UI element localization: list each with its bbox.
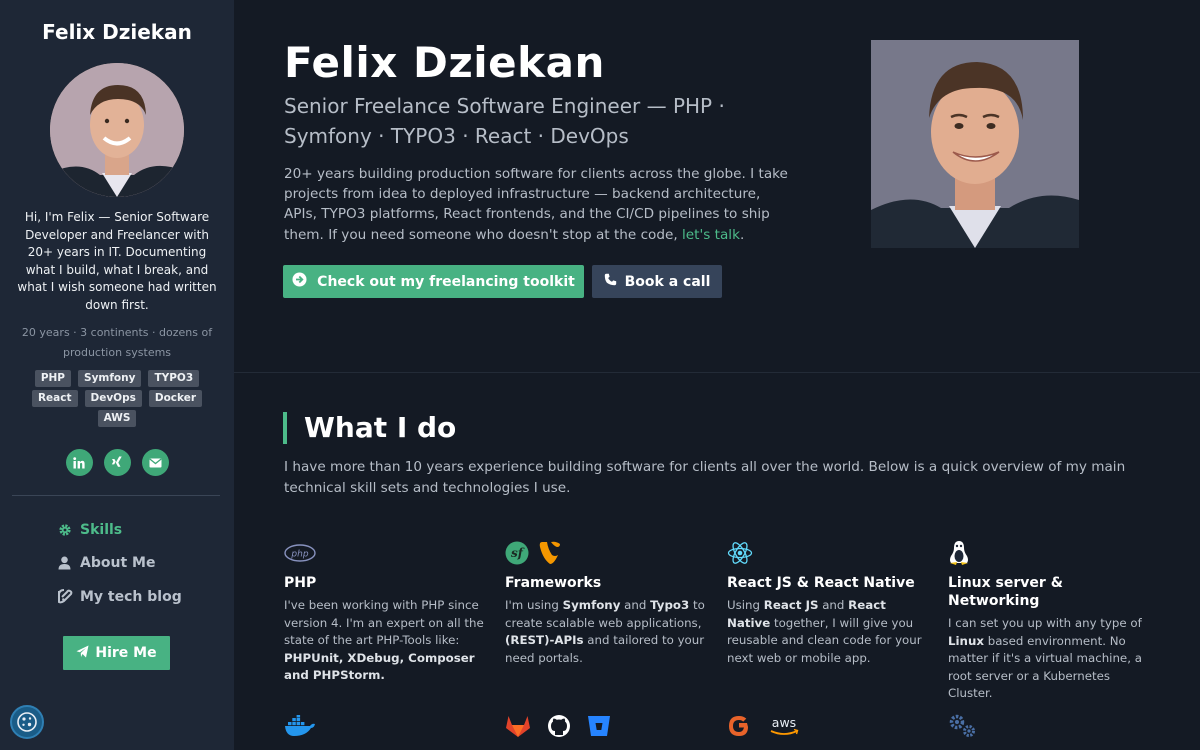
- section-divider: [234, 372, 1200, 373]
- skill-frameworks: sf Frameworks I'm using Symfony and Typo…: [505, 541, 705, 667]
- svg-text:php: php: [290, 550, 308, 560]
- user-icon: [58, 556, 80, 570]
- icons-cloud: aws: [727, 713, 801, 743]
- what-i-do-title: What I do: [283, 412, 456, 444]
- lets-talk-link[interactable]: let's talk: [682, 227, 740, 243]
- aws-icon: aws: [767, 714, 801, 742]
- linkedin-icon[interactable]: [65, 449, 93, 476]
- hire-me-button[interactable]: Hire Me: [63, 636, 170, 670]
- linux-icon: [948, 540, 970, 570]
- hero-description: 20+ years building production software f…: [284, 164, 794, 245]
- sidebar-name: Felix Dziekan: [42, 20, 192, 44]
- skill-php-title: PHP: [284, 575, 317, 591]
- tag-react: React: [31, 390, 78, 407]
- avatar: [50, 63, 184, 197]
- cookie-icon: [17, 712, 37, 732]
- nav-item-about[interactable]: About Me: [58, 547, 182, 581]
- what-i-do-intro: I have more than 10 years experience bui…: [284, 459, 1126, 496]
- skill-linux: Linux server & Networking I can set you …: [948, 541, 1148, 703]
- book-a-call-label: Book a call: [624, 273, 711, 290]
- docker-icon: [284, 715, 316, 741]
- tag-typo3: TYPO3: [148, 370, 200, 387]
- nav-item-blog[interactable]: My tech blog: [58, 580, 182, 614]
- gitlab-icon: [505, 714, 531, 742]
- google-icon: [727, 714, 751, 742]
- skill-react-text: Using React JS and React Native together…: [727, 598, 922, 665]
- arrow-circle-right-icon: [292, 272, 307, 291]
- sidebar-intro: Hi, I'm Felix — Senior Software Develope…: [17, 210, 217, 312]
- phone-icon: [604, 273, 617, 290]
- nav-label-about: About Me: [80, 555, 156, 572]
- tag-list: PHP Symfony TYPO3 React DevOps Docker AW…: [22, 370, 212, 427]
- skill-frameworks-title: Frameworks: [505, 575, 602, 591]
- icons-vcs: [505, 713, 611, 743]
- tag-php: PHP: [34, 370, 72, 387]
- freelancing-toolkit-label: Check out my freelancing toolkit: [317, 273, 575, 290]
- nav-label-blog: My tech blog: [80, 588, 182, 605]
- skill-php: php PHP I've been working with PHP since…: [284, 541, 484, 685]
- skill-frameworks-text: I'm using Symfony and Typo3 to create sc…: [505, 598, 705, 665]
- hero-subtitle: Senior Freelance Software Engineer — PHP…: [284, 94, 725, 148]
- php-icon: php: [284, 544, 316, 566]
- skill-react: React JS & React Native Using React JS a…: [727, 541, 927, 667]
- typo3-icon: [539, 541, 561, 569]
- blog-icon: [58, 589, 80, 604]
- xing-icon[interactable]: [103, 449, 131, 476]
- tag-devops: DevOps: [84, 390, 142, 407]
- nav-label-skills: Skills: [80, 521, 123, 538]
- freelancing-toolkit-button[interactable]: Check out my freelancing toolkit: [283, 265, 584, 298]
- icons-automation: [948, 713, 978, 743]
- paper-plane-icon: [76, 645, 89, 662]
- sidebar-nav: Skills About Me My tech blog: [58, 513, 182, 614]
- page-title: Felix Dziekan: [284, 38, 605, 87]
- tag-symfony: Symfony: [78, 370, 142, 387]
- profile-photo: [871, 40, 1079, 248]
- bitbucket-icon: [587, 714, 611, 742]
- sidebar-divider: [12, 495, 220, 496]
- react-icon: [727, 541, 753, 569]
- gear-icon: [58, 523, 80, 537]
- tag-aws: AWS: [97, 410, 137, 427]
- tag-docker: Docker: [148, 390, 203, 407]
- icons-containers: [284, 713, 316, 743]
- email-icon[interactable]: [141, 449, 169, 476]
- sidebar-meta: 20 years · 3 continents · dozens of prod…: [21, 326, 213, 359]
- skill-linux-title: Linux server & Networking: [948, 575, 1063, 609]
- nav-item-skills[interactable]: Skills: [58, 513, 182, 547]
- github-icon: [547, 714, 571, 742]
- skill-react-title: React JS & React Native: [727, 575, 915, 591]
- symfony-icon: sf: [505, 541, 529, 569]
- book-a-call-button[interactable]: Book a call: [592, 265, 722, 298]
- svg-text:sf: sf: [511, 546, 525, 560]
- social-links: [0, 449, 234, 476]
- skill-php-text: I've been working with PHP since version…: [284, 598, 484, 682]
- sidebar: Felix Dziekan Hi, I'm Felix — Senior Sof…: [0, 0, 234, 750]
- cookie-settings-button[interactable]: [10, 705, 44, 739]
- svg-text:aws: aws: [772, 715, 796, 730]
- hero-description-suffix: .: [739, 226, 745, 243]
- cogs-icon: [948, 713, 978, 743]
- main-content: Felix Dziekan Senior Freelance Software …: [234, 0, 1200, 750]
- hire-me-label: Hire Me: [95, 645, 157, 661]
- skill-linux-text: I can set you up with any type of Linux …: [948, 616, 1142, 700]
